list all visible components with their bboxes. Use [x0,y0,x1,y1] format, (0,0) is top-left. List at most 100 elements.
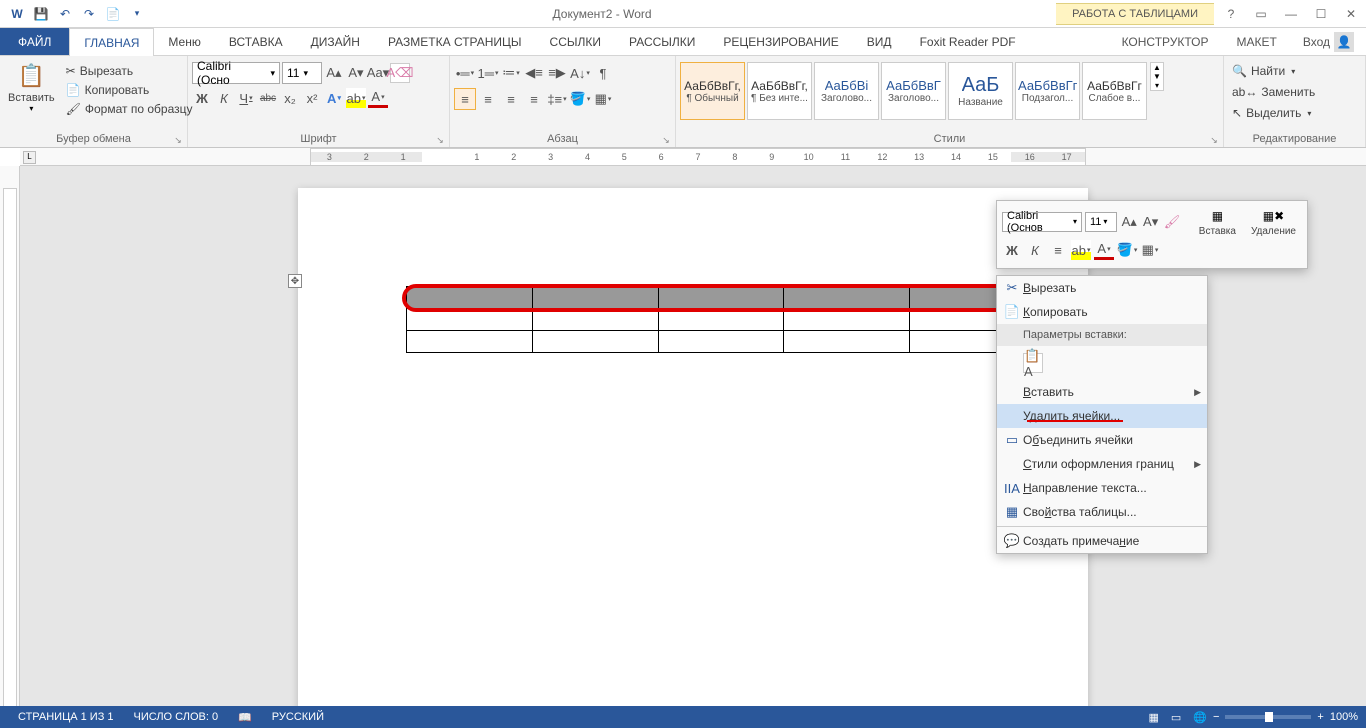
tab-file[interactable]: ФАЙЛ [0,28,69,55]
view-print-layout[interactable]: ▦ [1142,711,1164,724]
status-language[interactable]: РУССКИЙ [262,711,334,723]
table-row[interactable] [407,331,1036,353]
status-page[interactable]: СТРАНИЦА 1 ИЗ 1 [8,711,124,723]
style-scroll-down[interactable]: ▼ [1151,72,1163,81]
paste-keep-source[interactable]: 📋A [1023,353,1043,373]
clear-formatting-button[interactable]: A⌫ [390,63,410,83]
superscript-button[interactable]: x² [302,88,322,108]
status-proofing[interactable]: 📖 [228,711,262,724]
zoom-level[interactable]: 100% [1330,711,1358,723]
mini-italic[interactable]: К [1025,240,1045,260]
tab-type-selector[interactable]: L [23,151,36,164]
styles-scroll[interactable]: ▲ ▼ ▾ [1150,62,1164,91]
ctx-text-direction[interactable]: IIAНаправление текста... [997,476,1207,500]
ctx-border-styles[interactable]: Стили оформления границ▶ [997,452,1207,476]
qat-customize[interactable]: ▾ [126,3,148,25]
table-cell[interactable] [784,331,910,353]
cut-button[interactable]: ✂Вырезать [62,62,197,80]
mini-shrink-font[interactable]: A▾ [1141,212,1159,232]
mini-format-painter[interactable]: 🖌 [1163,212,1181,232]
grow-font-button[interactable]: A▴ [324,63,344,83]
tab-home[interactable]: ГЛАВНАЯ [69,28,154,56]
view-web-layout[interactable]: 🌐 [1187,711,1213,724]
table-cell[interactable] [784,309,910,331]
ctx-new-comment[interactable]: 💬Создать примечание [997,529,1207,553]
tab-design[interactable]: ДИЗАЙН [297,28,374,55]
change-case-button[interactable]: Aa▾ [368,63,388,83]
highlight-button[interactable]: ab [346,88,366,108]
line-spacing-button[interactable]: ‡≡ [546,88,568,110]
sort-button[interactable]: A↓ [569,62,591,84]
align-left-button[interactable]: ≡ [454,88,476,110]
table-cell[interactable] [532,331,658,353]
borders-button[interactable]: ▦ [592,88,614,110]
italic-button[interactable]: К [214,88,234,108]
document-table[interactable] [406,286,1036,353]
zoom-out[interactable]: − [1213,711,1219,723]
tab-review[interactable]: РЕЦЕНЗИРОВАНИЕ [709,28,852,55]
ctx-delete-cells[interactable]: Удалить ячейки... [997,404,1207,428]
replace-button[interactable]: ab↔Заменить [1228,83,1319,101]
font-color-button[interactable]: A [368,88,388,108]
tab-insert[interactable]: ВСТАВКА [215,28,297,55]
mini-font-color[interactable]: A [1094,240,1114,260]
style-item[interactable]: АаБбВвГг,¶ Без инте... [747,62,812,120]
tab-page-layout[interactable]: РАЗМЕТКА СТРАНИЦЫ [374,28,536,55]
clipboard-launcher[interactable]: ↘ [173,135,183,145]
minimize-button[interactable]: — [1276,0,1306,28]
mini-align[interactable]: ≡ [1048,240,1068,260]
table-cell[interactable] [532,287,658,309]
style-scroll-more[interactable]: ▾ [1151,81,1163,90]
qat-redo[interactable]: ↷ [78,3,100,25]
select-button[interactable]: ↖Выделить▾ [1228,104,1315,122]
format-painter-button[interactable]: 🖌Формат по образцу [62,100,197,118]
mini-highlight[interactable]: ab [1071,240,1091,260]
horizontal-ruler[interactable]: L 3211234567891011121314151617 [20,148,1366,166]
table-cell[interactable] [658,331,784,353]
tab-table-design[interactable]: КОНСТРУКТОР [1108,28,1223,55]
ctx-insert[interactable]: Вставить▶ [997,380,1207,404]
underline-button[interactable]: Ч [236,88,256,108]
table-cell[interactable] [532,309,658,331]
word-icon[interactable]: W [6,3,28,25]
align-center-button[interactable]: ≡ [477,88,499,110]
table-cell[interactable] [407,331,533,353]
table-cell[interactable] [407,309,533,331]
mini-delete-button[interactable]: ▦✖Удаление [1245,206,1302,237]
vertical-ruler[interactable] [0,166,20,728]
decrease-indent-button[interactable]: ◀≡ [523,62,545,84]
style-item[interactable]: АаБбВвГгПодзагол... [1015,62,1080,120]
find-button[interactable]: 🔍Найти▾ [1228,62,1299,80]
font-name-combo[interactable]: Calibri (Осно▾ [192,62,280,84]
ctx-table-properties[interactable]: ▦Свойства таблицы... [997,500,1207,524]
bold-button[interactable]: Ж [192,88,212,108]
status-words[interactable]: ЧИСЛО СЛОВ: 0 [124,711,229,723]
zoom-in[interactable]: + [1317,711,1323,723]
mini-bold[interactable]: Ж [1002,240,1022,260]
table-cell[interactable] [658,309,784,331]
signin[interactable]: Вход 👤 [1291,28,1366,55]
table-cell[interactable] [658,287,784,309]
paragraph-launcher[interactable]: ↘ [661,135,671,145]
qat-undo[interactable]: ↶ [54,3,76,25]
shrink-font-button[interactable]: A▾ [346,63,366,83]
increase-indent-button[interactable]: ≡▶ [546,62,568,84]
tab-foxit[interactable]: Foxit Reader PDF [906,28,1030,55]
style-item[interactable]: АаБбВвГЗаголово... [881,62,946,120]
tab-view[interactable]: ВИД [853,28,906,55]
table-cell[interactable] [784,287,910,309]
maximize-button[interactable]: ☐ [1306,0,1336,28]
ctx-merge-cells[interactable]: ▭Объединить ячейки [997,428,1207,452]
font-launcher[interactable]: ↘ [435,135,445,145]
close-button[interactable]: ✕ [1336,0,1366,28]
mini-grow-font[interactable]: A▴ [1120,212,1138,232]
style-item[interactable]: АаБбВвГг,¶ Обычный [680,62,745,120]
text-effects-button[interactable]: A [324,88,344,108]
mini-insert-button[interactable]: ▦Вставка [1193,206,1242,237]
tab-table-layout[interactable]: МАКЕТ [1223,28,1291,55]
style-scroll-up[interactable]: ▲ [1151,63,1163,72]
zoom-slider[interactable] [1225,715,1311,719]
table-move-handle[interactable]: ✥ [288,274,302,288]
help-button[interactable]: ? [1216,0,1246,28]
multilevel-button[interactable]: ≔ [500,62,522,84]
